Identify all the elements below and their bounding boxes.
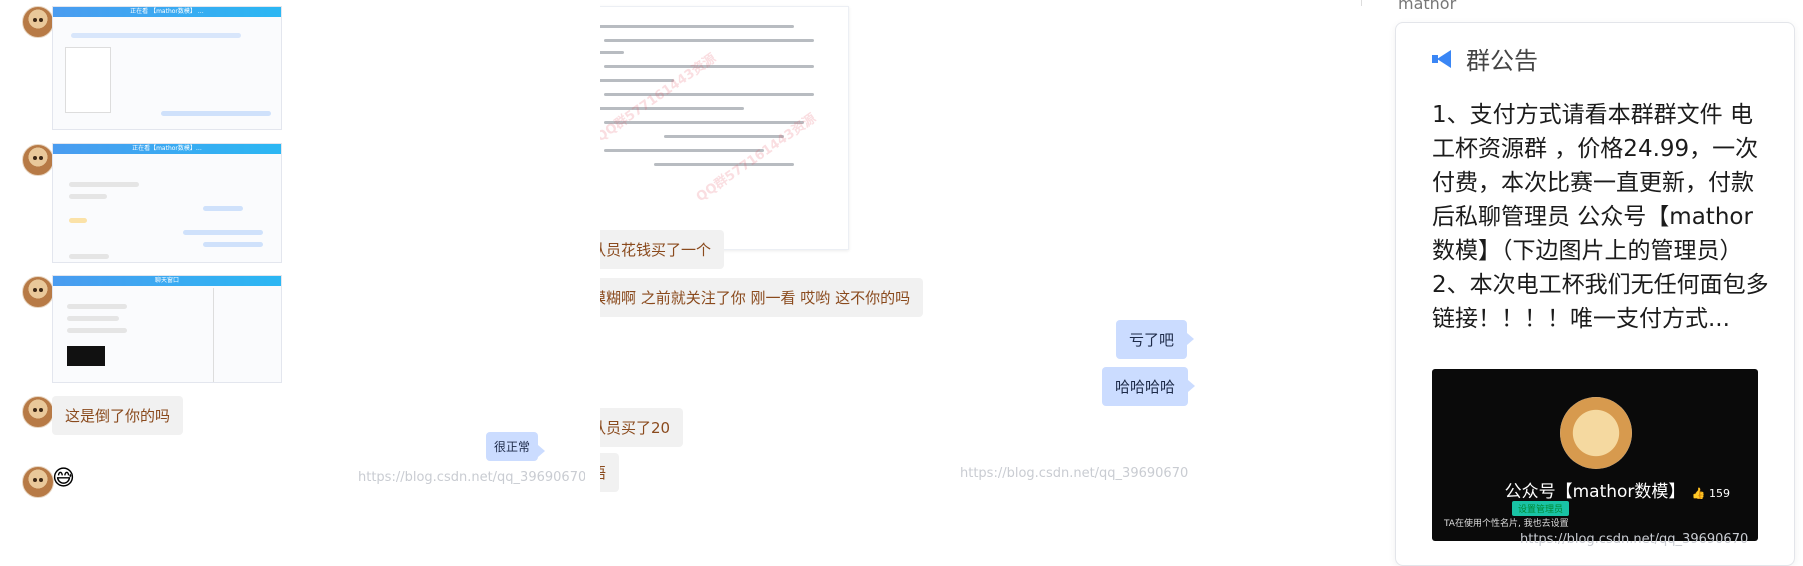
panel-header: mathor (1398, 0, 1457, 13)
screenshot-image-3[interactable]: 聊天窗口 (52, 275, 282, 383)
outgoing-message-bubble[interactable]: 很正常 (486, 432, 546, 461)
avatar[interactable] (22, 466, 54, 498)
announcement-text: 1、支付方式请看本群群文件 电工杯资源群 ，价格24.99，一次付费，本次比赛一… (1432, 102, 1769, 332)
screenshot-image-1[interactable]: 正在看 【mathor数模】 … (52, 6, 282, 130)
message-bubble[interactable]: 我队员买了20 (600, 408, 684, 447)
card-tag: 设置管理员 (1512, 501, 1570, 516)
document-image[interactable]: QQ群577161443资源 QQ群577161443资源 (600, 6, 849, 250)
megaphone-icon (1432, 49, 1454, 68)
avatar[interactable] (22, 6, 54, 38)
group-info-panel: mathor 群公告 1、支付方式请看本群群文件 电工杯资源群 ，价格24.99… (1360, 0, 1803, 566)
message-bubble[interactable]: 无语 (600, 453, 620, 492)
doc-watermark: QQ群577161443资源 (600, 51, 720, 146)
screenshot-image-2[interactable]: 正在看【mathor数模】… (52, 143, 282, 263)
message-bubble[interactable]: 据模糊啊 之前就关注了你 刚一看 哎哟 这不你的吗 (600, 278, 924, 317)
outgoing-message-bubble[interactable]: 亏了吧 (1116, 320, 1195, 359)
screenshot-title: 正在看【mathor数模】… (53, 144, 281, 154)
announcement-card[interactable]: 群公告 1、支付方式请看本群群文件 电工杯资源群 ，价格24.99，一次付费，本… (1395, 22, 1795, 566)
emoji-icon[interactable]: 😅 (52, 466, 75, 491)
like-count: 👍 159 (1691, 487, 1730, 500)
chat-column-left: 正在看 【mathor数模】 … 正在看【mathor数模】… 聊天窗口 这是倒… (0, 0, 585, 566)
screenshot-title: 正在看 【mathor数模】 … (53, 7, 281, 17)
watermark-text: https://blog.csdn.net/qq_39690670 (1520, 532, 1749, 547)
watermark-text: https://blog.csdn.net/qq_39690670 (358, 470, 585, 485)
watermark-text: https://blog.csdn.net/qq_39690670 (960, 466, 1189, 481)
chat-column-middle: QQ群577161443资源 QQ群577161443资源 我队员花钱买了一个 … (600, 0, 1360, 566)
announcement-title: 群公告 (1466, 47, 1538, 75)
card-signature: TA在使用个性名片, 我也去设置 (1444, 519, 1569, 529)
avatar (1560, 397, 1632, 469)
avatar[interactable] (22, 276, 54, 308)
announcement-header: 群公告 (1432, 41, 1538, 76)
message-bubble[interactable]: 我队员花钱买了一个 (600, 230, 725, 269)
outgoing-message-bubble[interactable]: 哈哈哈哈 (1102, 367, 1196, 406)
business-card-image[interactable]: 公众号【mathor数模】 设置管理员 TA在使用个性名片, 我也去设置 👍 1… (1432, 369, 1758, 541)
avatar[interactable] (22, 144, 54, 176)
avatar[interactable] (22, 396, 54, 428)
screenshot-title: 聊天窗口 (53, 276, 281, 286)
message-bubble[interactable]: 这是倒了你的吗 (52, 396, 184, 435)
